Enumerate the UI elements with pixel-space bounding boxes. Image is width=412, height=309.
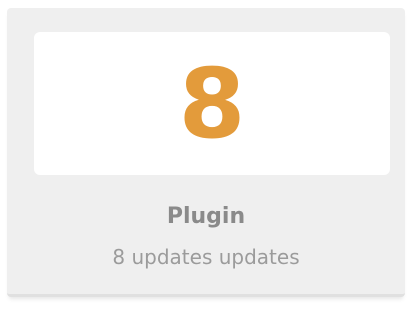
card-subtitle: 8 updates updates	[112, 245, 300, 269]
plugin-updates-card[interactable]: 8 Plugin 8 updates updates	[7, 8, 405, 297]
update-count: 8	[178, 47, 246, 160]
card-title: Plugin	[166, 204, 246, 229]
update-count-box: 8	[34, 32, 390, 175]
